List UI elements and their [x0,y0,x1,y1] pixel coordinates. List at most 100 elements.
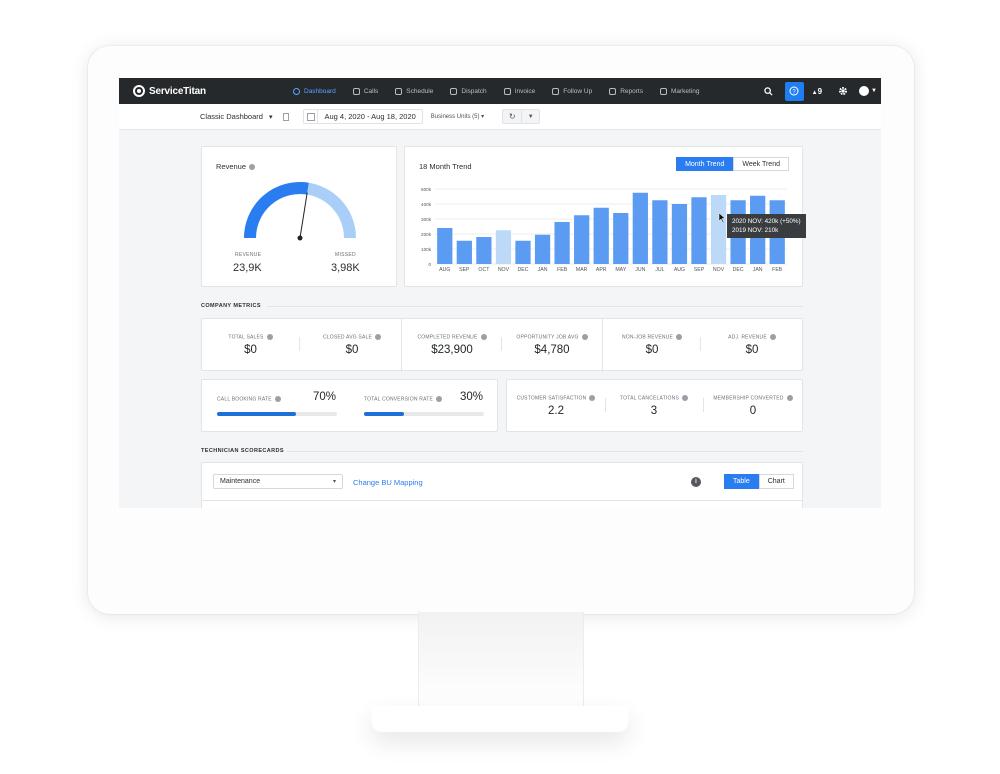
chart-bar[interactable] [574,215,590,264]
business-unit-select[interactable]: Maintenance ▾ [213,474,343,489]
info-icon[interactable] [436,396,443,402]
brand-logo[interactable]: ServiceTitan [133,85,293,97]
metric-membership-converted: MEMBERSHIP CONVERTED 0 [703,395,803,417]
info-icon[interactable] [375,334,382,340]
chevron-down-icon[interactable]: ▼ [871,88,877,94]
x-tick-label: JUN [635,267,645,273]
chart-tooltip: 2020 NOV: 420k (+50%) 2019 NOV: 210k [727,214,806,238]
notification-count: 9 [817,86,823,96]
table-view-button[interactable]: Table [724,474,759,489]
nav-item-marketing[interactable]: Marketing [659,87,700,95]
chart-bar[interactable] [495,230,512,264]
chart-bar[interactable] [652,200,668,264]
metric-label: OPPORTUNITY JOB AVG [516,334,579,341]
question-icon: ? [789,86,799,96]
nav-item-calls[interactable]: Calls [352,87,378,95]
revenue-title-text: Revenue [216,162,247,171]
x-tick-label: MAR [576,267,588,273]
info-icon[interactable] [786,395,793,401]
chart-bar[interactable] [613,213,629,264]
chart-bar[interactable] [476,237,492,264]
chevron-down-icon[interactable]: ▼ [521,110,539,123]
nav-label: Follow Up [563,87,593,95]
rate-label-text: TOTAL CONVERSION RATE [364,396,434,403]
info-icon[interactable] [274,396,281,402]
dashboard-selector[interactable]: Classic Dashboard ▾ [200,112,272,121]
revenue-value: 23,9K [233,262,262,274]
notifications-button[interactable]: ▲9 [812,87,822,96]
reports-icon [609,87,617,95]
metric-value: 2.2 [548,405,564,418]
tooltip-line-1: 2020 NOV: 420k (+50%) [732,218,801,225]
rates-card: CALL BOOKING RATE 70% TOTAL CONVERSION R… [201,379,498,432]
dashboard-name: Classic Dashboard [200,112,263,121]
chart-bar[interactable] [691,197,707,264]
nav-item-dashboard[interactable]: Dashboard [293,87,336,95]
info-icon[interactable] [249,164,256,171]
info-icon[interactable] [266,334,273,340]
nav-right: ? ▲9 ▼ [760,78,881,104]
top-nav: ServiceTitan Dashboard Calls Schedule Di… [119,78,881,104]
x-tick-label: DEC [518,267,529,273]
info-icon[interactable] [589,395,596,401]
revenue-title: Revenue [216,162,256,171]
conversion-rate-bar [364,412,484,416]
metric-adj-revenue: ADJ. REVENUE $0 [702,334,802,356]
nav-item-dispatch[interactable]: Dispatch [450,87,487,95]
dashboard-toolbar: Classic Dashboard ▾ Aug 4, 2020 - Aug 18… [119,104,881,130]
metric-completed-revenue: COMPLETED REVENUE $23,900 [402,334,502,356]
chart-bar[interactable] [710,195,727,264]
metric-value: $23,900 [431,344,473,357]
tooltip-line-2: 2019 NOV: 210k [732,227,779,234]
metric-value: $4,780 [534,344,570,357]
chart-bar[interactable] [554,222,570,264]
info-icon[interactable]: i [691,477,701,487]
info-icon[interactable] [769,334,776,340]
date-range-picker[interactable]: Aug 4, 2020 - Aug 18, 2020 [303,109,423,124]
chart-view-button[interactable]: Chart [758,474,794,489]
chart-bar[interactable] [456,240,472,264]
technician-scorecards-card: Maintenance ▾ Change BU Mapping i Table … [201,462,803,508]
y-tick-label: 300k [421,217,432,222]
chevron-down-icon: ▾ [268,113,273,121]
metric-label: COMPLETED REVENUE [417,334,478,341]
metric-total-sales: TOTAL SALES $0 [202,334,299,356]
metric-label: CLOSED AVG SALE [322,334,373,341]
chart-bar[interactable] [593,207,609,264]
call-booking-rate-label: CALL BOOKING RATE [217,396,281,402]
business-units-filter[interactable]: Business Units (5) ▾ [431,113,484,120]
metric-closed-avg-sale: CLOSED AVG SALE $0 [302,334,402,356]
app-screen: ServiceTitan Dashboard Calls Schedule Di… [119,78,881,508]
bookmark-icon[interactable] [283,112,290,121]
nav-item-schedule[interactable]: Schedule [395,87,434,95]
nav-label: Schedule [406,87,434,95]
y-tick-label: 400k [421,202,432,207]
calendar-icon [304,109,319,124]
chart-bar[interactable] [632,192,648,264]
company-metrics-card: TOTAL SALES $0 CLOSED AVG SALE $0 COMPLE… [201,318,803,372]
user-avatar-icon[interactable] [859,86,870,96]
nav-item-reports[interactable]: Reports [609,87,643,95]
metric-total-cancelations: TOTAL CANCELATIONS 3 [605,395,703,417]
x-tick-label: AUG [439,267,450,273]
help-button[interactable]: ? [784,81,804,101]
info-icon[interactable] [480,334,487,340]
search-icon[interactable] [760,82,778,100]
chart-bar[interactable] [534,234,551,264]
chart-bar[interactable] [515,240,531,264]
info-icon[interactable] [581,334,588,340]
nav-item-invoice[interactable]: Invoice [503,87,535,95]
trend-card: 18 Month Trend Month Trend Week Trend 01… [404,146,806,287]
gear-icon[interactable] [834,82,852,100]
info-icon[interactable] [676,334,683,340]
chart-bar[interactable] [437,228,453,264]
chart-bar[interactable] [671,204,688,264]
change-bu-mapping-link[interactable]: Change BU Mapping [353,478,423,487]
metric-divider [299,337,300,351]
nav-item-follow-up[interactable]: Follow Up [552,87,593,95]
company-metrics-heading: COMPANY METRICS [201,303,261,309]
nav-items: Dashboard Calls Schedule Dispatch Invoic… [293,78,717,104]
info-icon[interactable] [681,395,688,401]
date-range-value: Aug 4, 2020 - Aug 18, 2020 [324,112,416,121]
refresh-icon[interactable]: ↻ [503,110,521,123]
